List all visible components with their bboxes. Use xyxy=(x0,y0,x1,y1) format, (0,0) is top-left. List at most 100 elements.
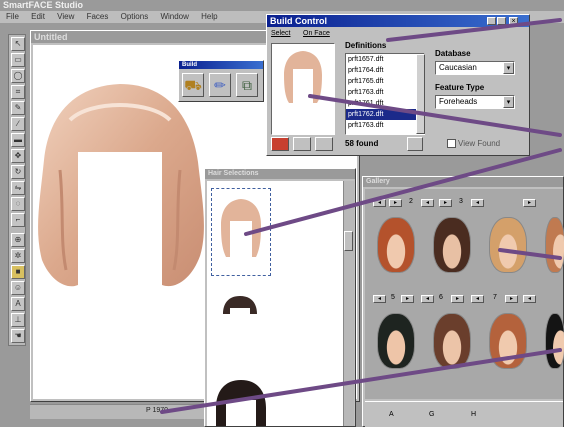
checkbox-box[interactable] xyxy=(447,139,456,149)
page-number: 3 xyxy=(459,198,463,205)
gallery-button-g[interactable]: G xyxy=(429,411,445,421)
stamp-tool-icon[interactable]: ⊥ xyxy=(11,313,25,327)
chevron-down-icon[interactable]: ▾ xyxy=(503,62,514,74)
arrow-tool-icon[interactable]: ↖ xyxy=(11,37,25,51)
hair-list-scrollbar[interactable] xyxy=(343,181,354,426)
list-item[interactable]: prft1657.dft xyxy=(346,54,424,65)
build-toolbar: Build ⛟ ✏ ⧉ xyxy=(178,60,264,102)
dropper-tool-icon[interactable]: ⌐ xyxy=(11,213,25,227)
list-scrollbar[interactable] xyxy=(416,54,425,134)
list-item[interactable]: prft1764.dft xyxy=(346,65,424,76)
crop-tool-icon[interactable]: ⌗ xyxy=(11,85,25,99)
car-icon[interactable]: ⛟ xyxy=(182,73,204,97)
feature-type-label: Feature Type xyxy=(435,83,485,92)
menu-help[interactable]: Help xyxy=(201,12,217,21)
nav-next-button[interactable]: ▸ xyxy=(523,199,536,207)
gear-tool-icon[interactable]: ✲ xyxy=(11,249,25,263)
view-found-checkbox[interactable]: View Found xyxy=(447,139,521,151)
prev-feature-button[interactable] xyxy=(293,137,311,151)
close-icon[interactable]: × xyxy=(509,17,518,25)
hair-selections-title: Hair Selections xyxy=(208,170,259,177)
definitions-list[interactable]: prft1657.dft prft1764.dft prft1765.dft p… xyxy=(345,53,425,135)
text-tool-icon[interactable]: A xyxy=(11,297,25,311)
database-label: Database xyxy=(435,49,471,58)
gallery-nav-row-2: ◂ 5 ▸ ◂ 6 ▸ ◂ 7 ▸ ◂ xyxy=(373,294,563,305)
nav-prev-button[interactable]: ◂ xyxy=(523,295,536,303)
face-thumbnail[interactable] xyxy=(433,217,471,273)
list-item[interactable]: prft1763.dft xyxy=(346,120,424,131)
gallery-nav-row-1: ◂ ▸ 2 ◂ ▸ 3 ◂ ▸ xyxy=(373,198,563,209)
list-item[interactable]: prft1762.dft xyxy=(346,109,424,120)
build-toolbar-title: Build xyxy=(182,62,197,68)
face-thumbnail[interactable] xyxy=(489,313,527,369)
hair-selections-title-bar: Hair Selections xyxy=(205,169,355,179)
face-thumbnail[interactable] xyxy=(377,313,415,369)
rotate-tool-icon[interactable]: ↻ xyxy=(11,165,25,179)
face-thumbnail[interactable] xyxy=(545,313,564,369)
nav-prev-button[interactable]: ◂ xyxy=(373,199,386,207)
menu-view[interactable]: View xyxy=(57,12,74,21)
nav-prev-button[interactable]: ◂ xyxy=(471,199,484,207)
tool-palette: ↖ ▭ ◯ ⌗ ✎ ∕ ▬ ✥ ↻ ⇋ ◌ ⌐ ⊕ ✲ ■ ☺ A ⊥ ☚ xyxy=(8,34,26,346)
minimize-icon[interactable] xyxy=(487,17,496,25)
gallery-button-a[interactable]: A xyxy=(389,411,405,421)
menu-window[interactable]: Window xyxy=(160,12,188,21)
next-feature-button[interactable] xyxy=(315,137,333,151)
face-thumbnail[interactable] xyxy=(545,217,564,273)
apply-feature-button[interactable] xyxy=(271,137,289,151)
tab-on-face[interactable]: On Face xyxy=(303,29,335,39)
blur-tool-icon[interactable]: ◌ xyxy=(11,197,25,211)
nav-prev-button[interactable]: ◂ xyxy=(421,199,434,207)
canvas-title: Untitled xyxy=(34,32,68,42)
found-count: 58 found xyxy=(345,139,379,148)
person-tool-icon[interactable]: ☺ xyxy=(11,281,25,295)
maximize-icon[interactable] xyxy=(497,17,506,25)
nav-prev-button[interactable]: ◂ xyxy=(471,295,484,303)
color-tool-icon[interactable]: ■ xyxy=(11,265,25,279)
nav-next-button[interactable]: ▸ xyxy=(389,199,402,207)
brush-tool-icon[interactable]: ∕ xyxy=(11,117,25,131)
feature-type-select[interactable]: Foreheads ▾ xyxy=(435,95,515,109)
lasso-tool-icon[interactable]: ◯ xyxy=(11,69,25,83)
pen-tool-icon[interactable]: ✎ xyxy=(11,101,25,115)
menu-edit[interactable]: Edit xyxy=(31,12,45,21)
list-item[interactable]: prft1763.dft xyxy=(346,87,424,98)
nav-next-button[interactable]: ▸ xyxy=(439,199,452,207)
face-thumbnail[interactable] xyxy=(433,313,471,369)
nav-next-button[interactable]: ▸ xyxy=(401,295,414,303)
list-item[interactable]: prft1761.dft xyxy=(346,98,424,109)
nav-next-button[interactable]: ▸ xyxy=(505,295,518,303)
select-tool-icon[interactable]: ▭ xyxy=(11,53,25,67)
face-thumbnail[interactable] xyxy=(489,217,527,273)
hand-tool-icon[interactable]: ☚ xyxy=(11,329,25,343)
zoom-tool-icon[interactable]: ⊕ xyxy=(11,233,25,247)
chevron-down-icon[interactable]: ▾ xyxy=(503,96,514,108)
menu-options[interactable]: Options xyxy=(121,12,149,21)
page-number: 5 xyxy=(391,294,395,301)
gallery-button-h[interactable]: H xyxy=(471,411,487,421)
menu-file[interactable]: File xyxy=(6,12,19,21)
search-button[interactable] xyxy=(407,137,423,151)
hair-option-selected[interactable] xyxy=(211,188,271,276)
scroll-thumb[interactable] xyxy=(344,231,353,251)
eraser-tool-icon[interactable]: ▬ xyxy=(11,133,25,147)
database-select[interactable]: Caucasian ▾ xyxy=(435,61,515,75)
move-tool-icon[interactable]: ✥ xyxy=(11,149,25,163)
nav-prev-button[interactable]: ◂ xyxy=(421,295,434,303)
flip-tool-icon[interactable]: ⇋ xyxy=(11,181,25,195)
hair-option-dark-2[interactable] xyxy=(214,378,268,426)
tab-select[interactable]: Select xyxy=(271,29,299,39)
nav-prev-button[interactable]: ◂ xyxy=(373,295,386,303)
gallery-title: Gallery xyxy=(366,178,390,185)
list-item[interactable]: prft1765.dft xyxy=(346,76,424,87)
hair-option-dark[interactable] xyxy=(220,294,260,334)
face-thumbnail[interactable] xyxy=(377,217,415,273)
database-select-value: Caucasian xyxy=(439,63,477,72)
status-text: P 1970 xyxy=(146,407,169,414)
app-title: SmartFACE Studio xyxy=(3,0,84,10)
menu-faces[interactable]: Faces xyxy=(87,12,109,21)
nav-next-button[interactable]: ▸ xyxy=(451,295,464,303)
layers-icon[interactable]: ⧉ xyxy=(236,73,258,97)
pencil-icon[interactable]: ✏ xyxy=(209,73,231,97)
definitions-label: Definitions xyxy=(345,41,387,50)
